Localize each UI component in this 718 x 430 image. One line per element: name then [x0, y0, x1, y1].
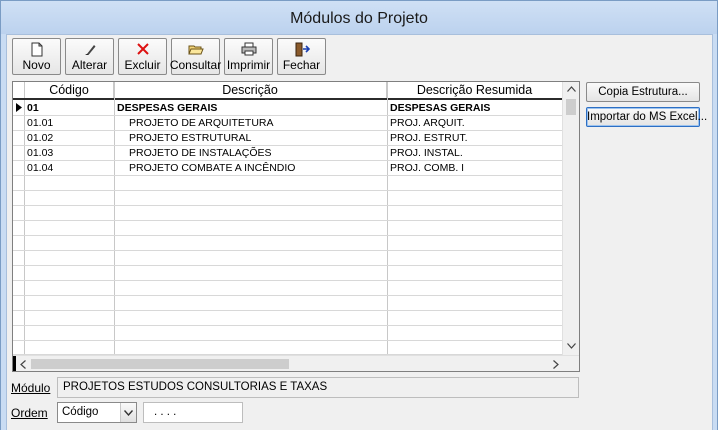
- modulo-field[interactable]: PROJETOS ESTUDOS CONSULTORIAS E TAXAS: [57, 377, 579, 398]
- scroll-left-icon[interactable]: [20, 360, 26, 369]
- table-row[interactable]: 01.04 PROJETO COMBATE A INCÊNDIO PROJ. C…: [13, 161, 562, 176]
- grid-corner-marker: [13, 356, 16, 371]
- empty-row: [13, 191, 562, 206]
- modules-grid[interactable]: Código Descrição Descrição Resumida 01 D…: [12, 81, 580, 372]
- scroll-down-icon[interactable]: [567, 343, 576, 349]
- imprimir-label: Imprimir: [226, 58, 271, 72]
- column-header-descricao[interactable]: Descrição: [114, 82, 387, 98]
- empty-row: [13, 341, 562, 355]
- cell-descricao: PROJETO ESTRUTURAL: [129, 132, 252, 144]
- scroll-up-icon[interactable]: [567, 86, 576, 92]
- copia-estrutura-button[interactable]: Copia Estrutura...: [586, 82, 700, 102]
- cell-resumida: PROJ. INSTAL.: [390, 147, 463, 159]
- client-area: Novo Alterar Excluir Consultar Imprimir …: [6, 34, 713, 430]
- excluir-button[interactable]: Excluir: [118, 38, 167, 75]
- column-header-codigo[interactable]: Código: [25, 82, 114, 98]
- cell-codigo: 01.01: [27, 117, 54, 129]
- fechar-button[interactable]: Fechar: [277, 38, 326, 75]
- header-indicator-cell: [13, 82, 25, 98]
- empty-row: [13, 206, 562, 221]
- table-row[interactable]: 01.01 PROJETO DE ARQUITETURA PROJ. ARQUI…: [13, 116, 562, 131]
- column-header-resumida[interactable]: Descrição Resumida: [387, 82, 562, 98]
- cell-resumida: PROJ. COMB. I: [390, 162, 465, 174]
- empty-row: [13, 266, 562, 281]
- empty-row: [13, 326, 562, 341]
- window-frame: Módulos do Projeto Novo Alterar Excluir: [0, 0, 718, 430]
- ordem-label: Ordem: [11, 406, 48, 420]
- ordem-search-input[interactable]: . . . .: [143, 402, 243, 423]
- empty-row: [13, 236, 562, 251]
- vertical-scroll-thumb[interactable]: [566, 99, 576, 115]
- alterar-button[interactable]: Alterar: [65, 38, 114, 75]
- printer-icon: [241, 42, 256, 56]
- horizontal-scroll-thumb[interactable]: [31, 359, 289, 369]
- cell-codigo: 01: [27, 102, 39, 114]
- ordem-label-text: Ordem: [11, 406, 48, 420]
- window-title: Módulos do Projeto: [290, 10, 428, 27]
- cell-descricao: DESPESAS GERAIS: [117, 102, 218, 114]
- cell-codigo: 01.03: [27, 147, 54, 159]
- chevron-down-icon: [124, 409, 133, 416]
- cell-codigo: 01.04: [27, 162, 54, 174]
- new-document-icon: [31, 42, 42, 57]
- exit-door-icon: [295, 42, 310, 57]
- cell-codigo: 01.02: [27, 132, 54, 144]
- empty-row: [13, 311, 562, 326]
- empty-row: [13, 221, 562, 236]
- scroll-right-icon[interactable]: [553, 360, 559, 369]
- open-folder-icon: [187, 45, 204, 55]
- empty-row: [13, 251, 562, 266]
- ordem-dropdown-button[interactable]: [120, 403, 136, 422]
- empty-row: [13, 176, 562, 191]
- modulo-label-text: Módulo: [11, 381, 51, 395]
- consultar-button[interactable]: Consultar: [169, 38, 222, 75]
- delete-x-icon: [136, 43, 149, 55]
- modulo-label: Módulo: [11, 381, 50, 395]
- empty-row: [13, 281, 562, 296]
- cell-resumida: DESPESAS GERAIS: [390, 102, 491, 114]
- cell-resumida: PROJ. ARQUIT.: [390, 117, 465, 129]
- fechar-label: Fechar: [282, 58, 321, 72]
- ordem-selected-value: Código: [62, 406, 99, 418]
- importar-excel-button[interactable]: Importar do MS Excel...: [586, 107, 707, 127]
- novo-label: Novo: [22, 58, 51, 72]
- title-bar[interactable]: Módulos do Projeto: [1, 1, 717, 34]
- excluir-label: Excluir: [124, 58, 161, 72]
- empty-row: [13, 296, 562, 311]
- table-row[interactable]: 01 DESPESAS GERAIS DESPESAS GERAIS: [13, 101, 562, 116]
- novo-button[interactable]: Novo: [12, 38, 61, 75]
- cell-descricao: PROJETO DE INSTALAÇÕES: [129, 147, 272, 159]
- vertical-scrollbar[interactable]: [562, 82, 579, 355]
- alterar-label: Alterar: [71, 58, 108, 72]
- grid-header: Código Descrição Descrição Resumida: [13, 82, 562, 100]
- cell-descricao: PROJETO DE ARQUITETURA: [129, 117, 274, 129]
- imprimir-button[interactable]: Imprimir: [224, 38, 273, 75]
- table-row[interactable]: 01.03 PROJETO DE INSTALAÇÕES PROJ. INSTA…: [13, 146, 562, 161]
- ordem-select[interactable]: Código: [57, 402, 137, 423]
- table-row[interactable]: 01.02 PROJETO ESTRUTURAL PROJ. ESTRUT.: [13, 131, 562, 146]
- cell-descricao: PROJETO COMBATE A INCÊNDIO: [129, 162, 296, 174]
- pencil-icon: [84, 45, 95, 55]
- consultar-label: Consultar: [169, 58, 222, 72]
- horizontal-scrollbar[interactable]: [13, 355, 579, 371]
- cell-resumida: PROJ. ESTRUT.: [390, 132, 468, 144]
